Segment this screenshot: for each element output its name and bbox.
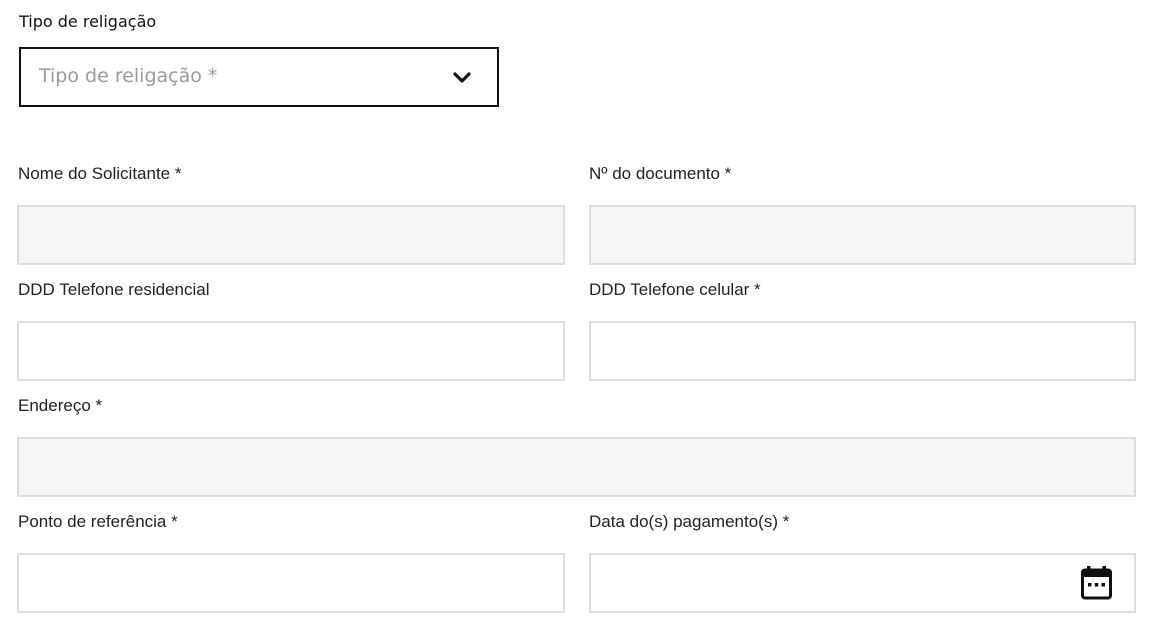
reference-point-label: Ponto de referência * — [18, 512, 178, 531]
payment-date-label: Data do(s) pagamento(s) * — [589, 512, 790, 531]
document-number-field[interactable] — [589, 205, 1136, 265]
address-label: Endereço * — [18, 396, 103, 415]
calendar-icon[interactable] — [1081, 566, 1112, 600]
payment-date-field[interactable] — [589, 553, 1136, 613]
requester-name-field[interactable] — [17, 205, 565, 265]
reference-point-field[interactable] — [17, 553, 565, 613]
mobile-phone-label: DDD Telefone celular * — [589, 280, 761, 299]
home-phone-label: DDD Telefone residencial — [18, 280, 210, 299]
mobile-phone-field[interactable] — [589, 321, 1136, 381]
reconnection-type-label: Tipo de religação — [19, 12, 157, 31]
document-number-label: Nº do documento * — [589, 164, 732, 183]
address-field[interactable] — [17, 437, 1136, 497]
chevron-down-icon — [453, 72, 471, 83]
requester-name-label: Nome do Solicitante * — [18, 164, 182, 183]
reconnection-type-select[interactable]: Tipo de religação * — [19, 47, 499, 107]
reconnection-type-placeholder: Tipo de religação * — [39, 65, 218, 87]
home-phone-field[interactable] — [17, 321, 565, 381]
